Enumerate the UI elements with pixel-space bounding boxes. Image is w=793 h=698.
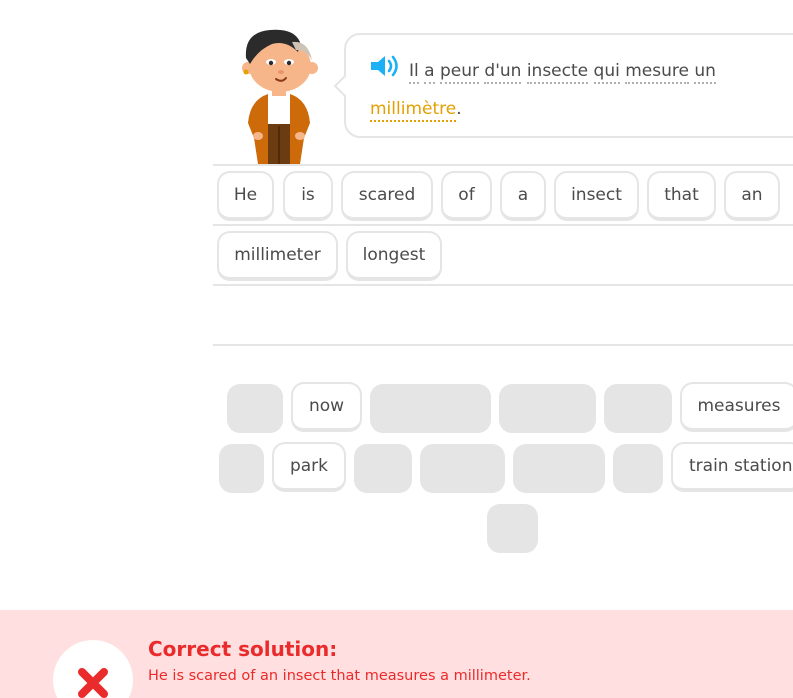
prompt-word[interactable]: a	[424, 61, 435, 84]
word-bank-empty-slot	[487, 504, 538, 553]
answer-tile[interactable]: is	[283, 171, 333, 221]
x-mark-icon	[78, 668, 108, 698]
wrong-badge	[53, 640, 133, 698]
answer-line	[213, 344, 793, 346]
answer-tile[interactable]: a	[500, 171, 546, 221]
word-bank-empty-slot	[354, 444, 412, 493]
prompt-word[interactable]: insecte	[526, 61, 589, 84]
answer-tile[interactable]: of	[441, 171, 492, 221]
word-bank-empty-slot	[499, 384, 596, 433]
prompt-line: millimètre.	[370, 90, 790, 128]
correct-solution-text: He is scared of an insect that measures …	[148, 668, 531, 684]
answer-line	[213, 224, 793, 226]
answer-line	[213, 284, 793, 286]
answer-tile[interactable]: scared	[341, 171, 433, 221]
answer-tile[interactable]: insect	[554, 171, 639, 221]
word-bank-empty-slot	[227, 384, 283, 433]
answer-tile[interactable]: that	[647, 171, 716, 221]
prompt-punctuation: .	[456, 99, 462, 119]
prompt-sentence: Il a peur d'un insecte qui mesure un mil…	[370, 52, 790, 128]
answer-tile[interactable]: millimeter	[217, 231, 338, 281]
word-bank-tile[interactable]: measures	[680, 382, 793, 432]
prompt-line: Il a peur d'un insecte qui mesure un	[370, 52, 790, 90]
prompt-word[interactable]: qui	[593, 61, 620, 84]
word-bank-empty-slot	[604, 384, 672, 433]
word-bank-empty-slot	[513, 444, 605, 493]
prompt-word-highlighted[interactable]: millimètre	[370, 99, 457, 122]
word-bank-tile[interactable]: park	[272, 442, 346, 492]
answer-tile[interactable]: an	[724, 171, 780, 221]
feedback-title: Correct solution:	[148, 637, 338, 661]
word-bank-empty-slot	[420, 444, 505, 493]
word-bank-empty-slot	[613, 444, 663, 493]
word-bank-empty-slot	[370, 384, 491, 433]
exercise-page: Il a peur d'un insecte qui mesure un mil…	[0, 0, 793, 698]
prompt-word[interactable]: un	[694, 61, 716, 84]
prompt-word[interactable]: peur	[439, 61, 479, 84]
answer-tile[interactable]: longest	[346, 231, 442, 281]
answer-line	[213, 164, 793, 166]
word-bank-tile[interactable]: train station	[671, 442, 793, 492]
prompt-word[interactable]: mesure	[625, 61, 689, 84]
character-illustration	[242, 29, 318, 164]
prompt-word[interactable]: Il	[409, 61, 419, 84]
feedback-banner: Correct solution: He is scared of an ins…	[0, 610, 793, 698]
answer-tile[interactable]: He	[217, 171, 274, 221]
word-bank-tile[interactable]: now	[291, 382, 362, 432]
prompt-word[interactable]: d'un	[484, 61, 522, 84]
word-bank-empty-slot	[219, 444, 264, 493]
